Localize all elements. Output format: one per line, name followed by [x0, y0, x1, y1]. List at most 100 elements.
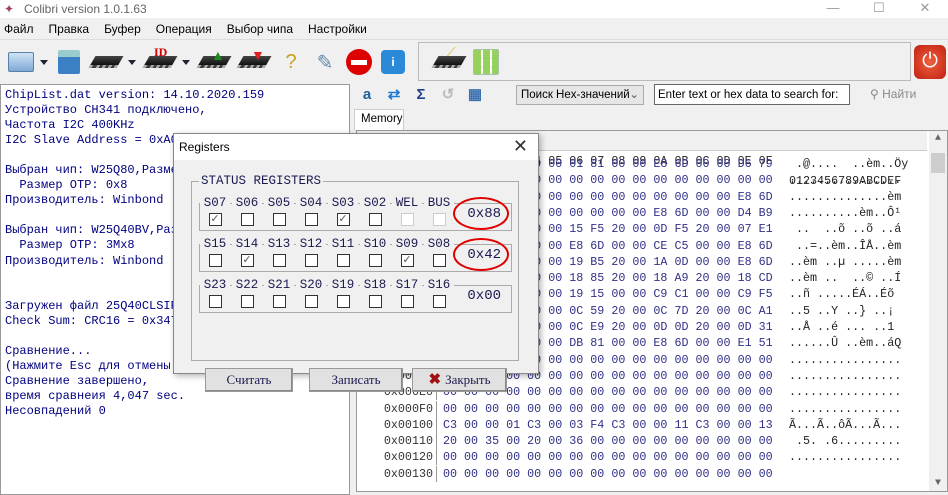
hex-row-offset: 0x00110 — [362, 433, 437, 450]
bit-checkbox[interactable] — [240, 295, 254, 308]
menu-chip-select[interactable]: Выбор чипа — [227, 22, 293, 36]
bit-label: S20 — [296, 278, 326, 292]
minimize-button[interactable]: — — [810, 0, 856, 18]
bit-checkbox[interactable] — [304, 213, 318, 226]
hex-row-bytes: 20 00 35 00 20 00 36 00 00 00 00 00 00 0… — [443, 434, 773, 449]
menu-operation[interactable]: Операция — [156, 22, 212, 36]
tab-memory[interactable]: Memory — [354, 109, 404, 130]
register-bit-s11: S11 — [328, 237, 358, 267]
bit-checkbox[interactable] — [208, 295, 222, 308]
menu-file[interactable]: Файл — [4, 22, 34, 36]
bit-label: S21 — [264, 278, 294, 292]
read-chip-button[interactable] — [88, 47, 124, 77]
register-value: 0x00 — [467, 288, 501, 304]
close-registers-label: Закрыть — [445, 372, 491, 387]
hex-row-ascii: ..........èm..Ô¹ — [789, 205, 902, 220]
find-button[interactable]: ⚲ Найти — [870, 87, 916, 101]
bit-checkbox[interactable] — [272, 213, 286, 226]
close-registers-button[interactable]: ✖ Закрыть — [412, 368, 507, 392]
read-registers-button[interactable]: Считать — [205, 368, 293, 392]
erase-chip-button[interactable]: ▼ — [236, 47, 272, 77]
vertical-scrollbar[interactable]: ▲ ▼ — [929, 131, 947, 491]
scroll-down-icon[interactable]: ▼ — [929, 478, 947, 489]
power-button[interactable]: ⏻ — [914, 45, 946, 79]
register-bit-s18: S18 — [360, 278, 390, 308]
bit-checkbox[interactable] — [208, 254, 222, 267]
bit-checkbox[interactable] — [400, 295, 414, 308]
bit-checkbox[interactable] — [432, 295, 446, 308]
log-line: время сравнеия 4,047 sec. — [5, 388, 186, 403]
hex-row[interactable]: 0x00120 00 00 00 00 00 00 00 00 00 00 00 … — [357, 449, 927, 466]
clean-chip-button[interactable]: ⟋ — [431, 45, 467, 77]
script-button[interactable]: ✎ — [310, 47, 340, 77]
chip-id-button[interactable]: ID — [142, 45, 178, 77]
open-folder-button[interactable] — [6, 47, 36, 77]
bit-checkbox[interactable] — [336, 295, 350, 308]
hex-row-ascii: .5. .6......... — [789, 434, 902, 449]
bit-checkbox[interactable] — [240, 213, 254, 226]
hex-row[interactable]: 0x00110 20 00 35 00 20 00 36 00 00 00 00 … — [357, 433, 927, 450]
bit-checkbox[interactable]: ✓ — [400, 254, 414, 267]
find-label: Найти — [882, 87, 917, 101]
grid-button[interactable] — [471, 47, 501, 77]
bit-label: S15 — [200, 237, 230, 251]
bit-checkbox — [400, 213, 414, 226]
maximize-button[interactable]: ☐ — [856, 0, 902, 18]
hex-row[interactable]: 0x00130 00 00 00 00 00 00 00 00 00 00 00 … — [357, 465, 927, 482]
bit-checkbox[interactable] — [368, 254, 382, 267]
hex-row[interactable]: 0x00100 C3 00 00 01 C3 00 03 F4 C3 00 00 … — [357, 416, 927, 433]
menu-settings[interactable]: Настройки — [308, 22, 367, 36]
bit-label: S10 — [360, 237, 390, 251]
read-dropdown-arrow[interactable] — [128, 59, 136, 65]
id-dropdown-arrow[interactable] — [182, 59, 190, 65]
close-button[interactable]: ✕ — [902, 0, 948, 18]
red-x-icon: ✖ — [428, 372, 442, 388]
register-bit-s19: S19 — [328, 278, 358, 308]
bit-checkbox[interactable]: ✓ — [240, 254, 254, 267]
refresh-icon[interactable]: ⇄ — [385, 86, 403, 104]
hex-row-offset: 0x00130 — [362, 465, 437, 482]
bit-label: S17 — [392, 278, 422, 292]
text-format-icon[interactable]: a — [358, 86, 376, 104]
bit-checkbox[interactable] — [368, 213, 382, 226]
undo-icon[interactable]: ↺ — [439, 86, 457, 104]
stop-icon — [346, 49, 372, 75]
menu-edit[interactable]: Правка — [49, 22, 90, 36]
scroll-thumb[interactable] — [931, 153, 945, 173]
about-button[interactable]: i — [378, 47, 408, 77]
save-button[interactable] — [54, 47, 84, 77]
checksum-icon[interactable]: Σ — [412, 86, 430, 104]
grid-icon — [473, 48, 499, 75]
bit-label: S22 — [232, 278, 262, 292]
calculator-icon[interactable]: ▦ — [466, 86, 484, 104]
dialog-close-button[interactable]: ✕ — [513, 136, 528, 157]
chip-info-button[interactable]: ? — [276, 47, 306, 77]
bit-checkbox[interactable] — [304, 295, 318, 308]
stop-button[interactable] — [344, 47, 374, 77]
bit-checkbox[interactable] — [432, 254, 446, 267]
bit-checkbox[interactable] — [272, 295, 286, 308]
bit-checkbox[interactable]: ✓ — [208, 213, 222, 226]
register-bit-s13: S13 — [264, 237, 294, 267]
bit-checkbox[interactable] — [304, 254, 318, 267]
search-mode-value: Поиск Hex-значений — [521, 89, 630, 101]
hex-row[interactable]: 0x000F0 00 00 00 00 00 00 00 00 00 00 00 … — [357, 400, 927, 417]
bit-label: S04 — [296, 196, 326, 210]
status-registers-title: STATUS REGISTERS — [199, 174, 324, 188]
hex-row-bytes: 00 00 00 00 00 00 00 00 00 00 00 00 00 0… — [443, 401, 773, 416]
bit-checkbox[interactable] — [272, 254, 286, 267]
bit-checkbox[interactable] — [368, 295, 382, 308]
bit-label: S12 — [296, 237, 326, 251]
log-line: ChipList.dat version: 14.10.2020.159 — [5, 88, 265, 102]
open-dropdown-arrow[interactable] — [40, 59, 48, 65]
menu-bar: Файл Правка Буфер Операция Выбор чипа На… — [0, 19, 948, 40]
bit-checkbox[interactable] — [336, 254, 350, 267]
scroll-up-icon[interactable]: ▲ — [929, 133, 947, 144]
write-registers-button[interactable]: Записать — [309, 368, 403, 392]
search-mode-select[interactable]: Поиск Hex-значений ⌄ — [516, 85, 644, 105]
write-chip-button[interactable]: ▲ — [196, 47, 232, 77]
menu-buffer[interactable]: Буфер — [104, 22, 141, 36]
bit-checkbox[interactable]: ✓ — [336, 213, 350, 226]
search-input[interactable]: Enter text or hex data to search for: — [654, 84, 850, 105]
register-bit-s16: S16 — [424, 278, 454, 308]
